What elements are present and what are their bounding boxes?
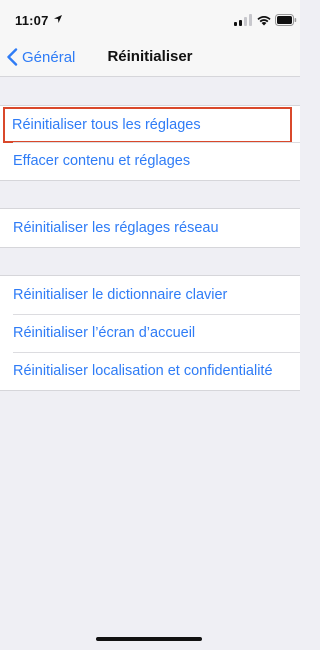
- status-time: 11:07: [15, 13, 49, 28]
- home-indicator[interactable]: [96, 637, 202, 641]
- reset-network-settings-button[interactable]: Réinitialiser les réglages réseau: [0, 209, 300, 247]
- reset-location-privacy-button[interactable]: Réinitialiser localisation et confidenti…: [0, 352, 300, 390]
- reset-keyboard-dictionary-button[interactable]: Réinitialiser le dictionnaire clavier: [0, 276, 300, 314]
- reset-home-screen-label: Réinitialiser l’écran d’accueil: [13, 325, 196, 341]
- reset-all-settings-button[interactable]: Réinitialiser tous les réglages: [3, 107, 292, 143]
- cellular-signal-icon: [234, 14, 252, 26]
- reset-group-1: Réinitialiser tous les réglages Effacer …: [0, 105, 300, 181]
- battery-icon: [275, 14, 297, 26]
- reset-all-settings-label: Réinitialiser tous les réglages: [12, 117, 201, 133]
- reset-home-screen-button[interactable]: Réinitialiser l’écran d’accueil: [0, 314, 300, 352]
- reset-group-2: Réinitialiser les réglages réseau: [0, 208, 300, 248]
- reset-location-privacy-label: Réinitialiser localisation et confidenti…: [13, 363, 273, 379]
- location-arrow-icon: [54, 15, 62, 23]
- erase-content-and-settings-label: Effacer contenu et réglages: [13, 153, 191, 169]
- reset-network-settings-label: Réinitialiser les réglages réseau: [13, 220, 219, 236]
- wifi-icon: [257, 16, 271, 26]
- reset-group-3: Réinitialiser le dictionnaire clavier Ré…: [0, 275, 300, 391]
- erase-content-and-settings-button[interactable]: Effacer contenu et réglages: [0, 142, 300, 180]
- page-title: Réinitialiser: [107, 48, 193, 65]
- status-bar: 11:07: [0, 0, 300, 38]
- navigation-bar: Général Réinitialiser: [0, 38, 300, 77]
- reset-keyboard-dictionary-label: Réinitialiser le dictionnaire clavier: [13, 287, 228, 303]
